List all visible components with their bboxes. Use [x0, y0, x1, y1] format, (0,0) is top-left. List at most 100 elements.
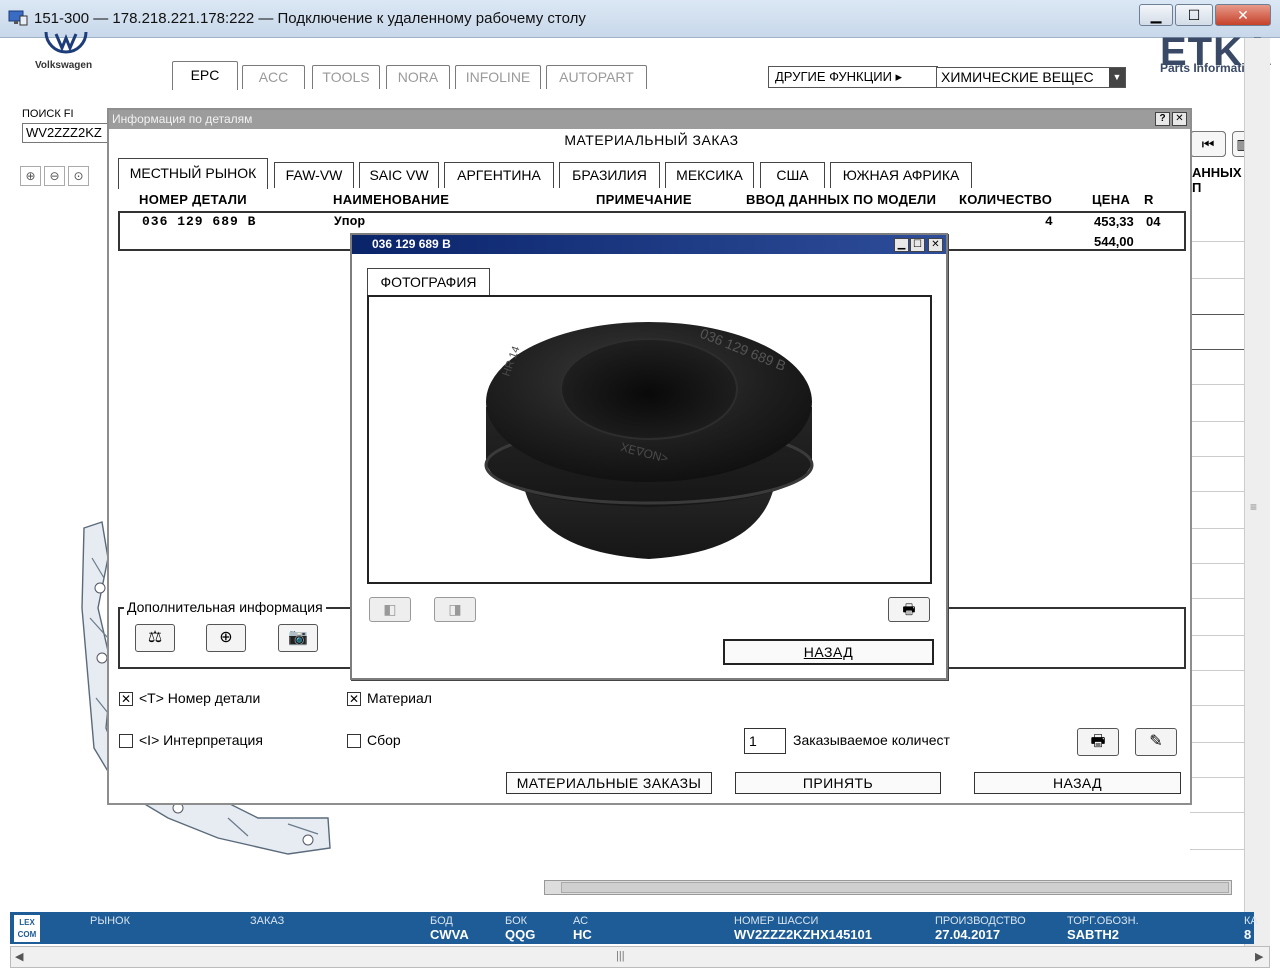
vertical-scrollbar[interactable]: ≡ — [1244, 38, 1270, 958]
photo-back-button[interactable]: НАЗАД — [723, 639, 934, 665]
close-button[interactable]: ✕ — [1215, 4, 1271, 26]
photo-print-icon[interactable]: 🖶 — [888, 597, 930, 622]
tab-photo[interactable]: ФОТОГРАФИЯ — [367, 268, 490, 296]
rdp-horizontal-scrollbar[interactable]: ◀ ||| ▶ — [10, 946, 1270, 968]
tab-autopart[interactable]: AUTOPART — [546, 65, 647, 89]
interpretation-checkbox-label: <I> Интерпретация — [139, 732, 263, 748]
scroll-grip-icon[interactable]: ≡ — [1250, 500, 1257, 514]
row-r: 04 — [1146, 214, 1161, 229]
ac-value: HC — [573, 927, 592, 942]
nav-first-icon[interactable]: ⏮ — [1190, 131, 1226, 157]
additional-info-label: Дополнительная информация — [124, 599, 326, 615]
zoom-out-icon[interactable]: ⊖ — [44, 166, 65, 186]
other-functions-menu[interactable]: ДРУГИЕ ФУНКЦИИ ▸ — [768, 66, 938, 88]
remote-desktop-icon — [8, 10, 28, 26]
zoom-fit-icon[interactable]: ⊙ — [68, 166, 89, 186]
scroll-grip-icon[interactable]: ||| — [616, 950, 625, 962]
accept-button[interactable]: ПРИНЯТЬ — [735, 772, 941, 794]
photo-close-icon[interactable]: ✕ — [928, 238, 943, 252]
col-part-number: НОМЕР ДЕТАЛИ — [139, 192, 247, 207]
close-icon: ✕ — [1237, 7, 1249, 23]
window-title: 151-300 — 178.218.221.178:222 — Подключе… — [34, 10, 586, 27]
assembly-checkbox[interactable] — [347, 734, 361, 748]
brand-name: Volkswagen — [35, 60, 93, 71]
minimize-icon: ▁ — [1150, 7, 1162, 23]
interpretation-checkbox[interactable] — [119, 734, 133, 748]
photo-dialog: 036 129 689 B ▁ ☐ ✕ ФОТОГРАФИЯ 036 129 6… — [350, 233, 948, 680]
maximize-button[interactable]: ☐ — [1175, 4, 1213, 26]
add-info-icon[interactable]: ⊕ — [206, 624, 246, 652]
row-quantity: 4 — [1045, 214, 1053, 229]
back-button[interactable]: НАЗАД — [974, 772, 1181, 794]
chevron-down-icon[interactable]: ▼ — [1109, 68, 1125, 87]
tab-faw-vw[interactable]: FAW-VW — [274, 162, 354, 188]
maximize-icon: ☐ — [1187, 7, 1201, 23]
material-order-heading: МАТЕРИАЛЬНЫЙ ЗАКАЗ — [564, 132, 739, 148]
previous-photo-icon[interactable]: ◧ — [369, 597, 411, 622]
photo-maximize-icon[interactable]: ☐ — [910, 238, 925, 252]
status-bar: LEX COM РЫНОК ЗАКАЗ БОД CWVA БОК QQG АС … — [10, 912, 1258, 944]
tab-usa[interactable]: США — [760, 162, 825, 188]
material-orders-button[interactable]: МАТЕРИАЛЬНЫЕ ЗАКАЗЫ — [506, 772, 712, 794]
chassis-value: WV2ZZZ2KZHX145101 — [734, 927, 872, 942]
col-price: ЦЕНА — [1092, 192, 1131, 207]
bod-value: CWVA — [430, 927, 469, 942]
tab-saic-vw[interactable]: SAIC VW — [359, 162, 439, 188]
camera-icon[interactable]: 📷 — [278, 624, 318, 652]
volkswagen-logo-icon — [44, 31, 88, 56]
tab-acc[interactable]: ACC — [242, 65, 305, 89]
part-number-checkbox[interactable]: ✕ — [119, 692, 133, 706]
tab-tools[interactable]: TOOLS — [312, 65, 380, 89]
scrollbar-thumb[interactable] — [561, 882, 1229, 893]
assembly-checkbox-label: Сбор — [367, 732, 401, 748]
horizontal-scrollbar[interactable] — [544, 880, 1232, 895]
scroll-left-icon[interactable]: ◀ — [15, 950, 23, 963]
lexcom-logo: LEX COM — [14, 915, 40, 942]
parts-close-button[interactable]: ✕ — [1172, 112, 1187, 126]
tab-local-market[interactable]: МЕСТНЫЙ РЫНОК — [118, 158, 268, 189]
search-input[interactable]: WV2ZZZ2KZ — [22, 123, 112, 143]
order-quantity-input[interactable]: 1 — [744, 728, 786, 754]
extra-label: КА — [1244, 915, 1258, 927]
material-checkbox-label: Материал — [367, 690, 432, 706]
etka-logo-subtitle: Parts Informati — [1160, 61, 1245, 75]
print-icon[interactable]: 🖶 — [1077, 728, 1119, 756]
production-value: 27.04.2017 — [935, 927, 1001, 942]
chemicals-select-value: ХИМИЧЕСКИЕ ВЕЩЕС — [941, 69, 1094, 85]
bod-label: БОД — [430, 915, 453, 927]
search-label: ПОИСК FI — [22, 108, 74, 120]
ac-label: АС — [573, 915, 589, 927]
tab-infoline[interactable]: INFOLINE — [455, 65, 541, 89]
extra-value: 8 — [1244, 927, 1252, 942]
col-model-input: ВВОД ДАННЫХ ПО МОДЕЛИ — [746, 192, 937, 207]
market-label: РЫНОК — [90, 915, 130, 927]
tab-brazil[interactable]: БРАЗИЛИЯ — [559, 162, 660, 188]
trade-label: ТОРГ.ОБОЗН. — [1067, 915, 1139, 927]
material-checkbox[interactable]: ✕ — [347, 692, 361, 706]
edit-icon[interactable]: ✎ — [1135, 728, 1177, 756]
chassis-label: НОМЕР ШАССИ — [734, 915, 819, 927]
help-button[interactable]: ? — [1155, 112, 1170, 126]
chemicals-select[interactable]: ХИМИЧЕСКИЕ ВЕЩЕС ▼ — [936, 67, 1126, 88]
zoom-in-icon[interactable]: ⊕ — [20, 166, 41, 186]
parts-window-title: Информация по деталям — [109, 110, 1190, 129]
tab-south-africa[interactable]: ЮЖНАЯ АФРИКА — [830, 162, 972, 188]
part-number-checkbox-label: <T> Номер детали — [139, 690, 261, 706]
parts-table-header: НОМЕР ДЕТАЛИ НАИМЕНОВАНИЕ ПРИМЕЧАНИЕ ВВО… — [118, 188, 1186, 211]
trade-value: SABTH2 — [1067, 927, 1120, 942]
next-photo-icon[interactable]: ◨ — [434, 597, 476, 622]
row-name: Упор — [334, 214, 366, 229]
part-photo: 036 129 689 B <NOΔ∃Χ HR 14 — [367, 295, 932, 584]
tab-mexico[interactable]: МЕКСИКА — [665, 162, 754, 188]
col-note: ПРИМЕЧАНИЕ — [596, 192, 692, 207]
col-name: НАИМЕНОВАНИЕ — [333, 192, 450, 207]
tab-nora[interactable]: NORA — [386, 65, 450, 89]
order-label: ЗАКАЗ — [250, 915, 285, 927]
scroll-right-icon[interactable]: ▶ — [1255, 950, 1263, 963]
technical-info-icon[interactable]: ⚖ — [135, 624, 175, 652]
photo-minimize-icon[interactable]: ▁ — [894, 238, 909, 252]
tab-epc[interactable]: EPC — [172, 61, 238, 90]
row-price: 453,33 — [1094, 214, 1134, 229]
minimize-button[interactable]: ▁ — [1139, 4, 1173, 26]
tab-argentina[interactable]: АРГЕНТИНА — [444, 162, 554, 188]
